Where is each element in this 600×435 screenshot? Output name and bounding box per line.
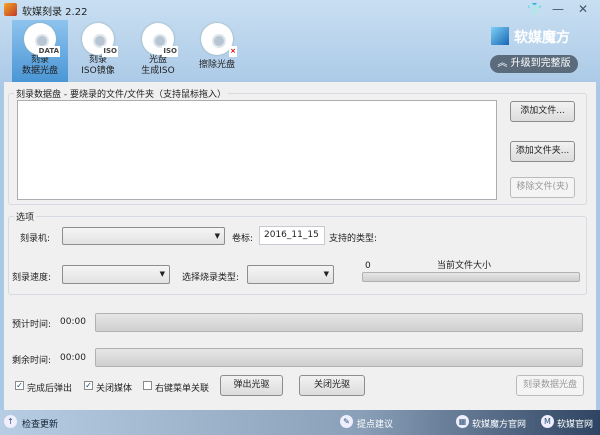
burner-select[interactable]: ▼ <box>62 227 225 245</box>
dropdown-arrow-icon: ▼ <box>159 270 165 278</box>
size-bar <box>362 272 580 282</box>
burn-disc-button[interactable]: 刻录数据光盘 <box>516 375 584 396</box>
upgrade-button[interactable]: ︽ 升级到完整版 <box>490 55 578 73</box>
burn-type-select[interactable]: ▼ <box>247 265 334 284</box>
context-menu-label: 右键菜单关联 <box>155 384 210 394</box>
est-time-label: 预计时间: <box>12 320 52 330</box>
burner-label: 刻录机: <box>20 234 51 244</box>
dropdown-arrow-icon: ▼ <box>323 270 329 278</box>
volume-input[interactable]: 2016_11_15 <box>259 226 325 245</box>
close-button[interactable]: ✕ <box>578 2 588 16</box>
dropdown-arrow-icon: ▼ <box>214 232 220 240</box>
speed-select[interactable]: ▼ <box>62 265 170 284</box>
tool-label: ISO镜像 <box>81 66 115 76</box>
tool-burn-data[interactable]: DATA 刻录 数据光盘 <box>12 20 68 82</box>
brand-name: 软媒魔方 <box>514 30 570 46</box>
upgrade-label: 升级到完整版 <box>510 58 571 69</box>
disc-icon: DATA <box>24 23 60 57</box>
speed-label: 刻录速度: <box>12 273 52 283</box>
file-list[interactable] <box>17 100 497 200</box>
disc-icon: × <box>201 23 237 57</box>
options-group-label: 选项 <box>14 210 37 223</box>
minimize-button[interactable]: — <box>552 2 564 16</box>
badge: ISO <box>162 46 178 57</box>
remain-time-label: 剩余时间: <box>12 356 52 366</box>
check-update-link[interactable]: 检查更新 <box>22 417 58 430</box>
tool-make-iso[interactable]: ISO 光盘 生成ISO <box>130 20 186 82</box>
burn-type-label: 选择烧录类型: <box>182 273 240 283</box>
add-folder-button[interactable]: 添加文件夹... <box>510 141 575 162</box>
skin-icon[interactable]: 👕 <box>527 2 542 16</box>
eject-after-checkbox[interactable]: ✓ <box>15 381 24 390</box>
eject-after-label: 完成后弹出 <box>27 384 73 394</box>
app-icon <box>4 3 17 16</box>
size-value: 0 <box>365 261 371 271</box>
context-menu-checkbox[interactable] <box>143 381 152 390</box>
tool-erase-disc[interactable]: × 擦除光盘 <box>189 20 245 82</box>
volume-label: 卷标: <box>232 234 254 244</box>
files-group-label: 刻录数据盘 - 要烧录的文件/文件夹（支持鼠标拖入） <box>14 87 229 100</box>
disc-icon: ISO <box>82 23 118 57</box>
disc-icon: ISO <box>142 23 178 57</box>
mofang-site-link[interactable]: 软媒魔方官网 <box>472 417 526 430</box>
remain-time-value: 00:00 <box>60 353 86 363</box>
status-bar: ↑ 检查更新 ✎ 提点建议 ▦ 软媒魔方官网 M 软媒官网 <box>0 410 600 435</box>
feedback-link[interactable]: 提点建议 <box>357 417 393 430</box>
remove-button[interactable]: 移除文件(夹) <box>510 177 575 198</box>
close-drive-button[interactable]: 关闭光驱 <box>299 375 365 396</box>
badge: × <box>229 46 237 57</box>
tool-burn-iso[interactable]: ISO 刻录 ISO镜像 <box>70 20 126 82</box>
mofang-site-icon: ▦ <box>456 415 469 428</box>
est-progress-bar <box>95 313 583 332</box>
mofang-logo-icon <box>491 27 509 45</box>
tool-label: 数据光盘 <box>21 66 58 76</box>
window-title: 软媒刻录 2.22 <box>22 7 88 18</box>
tool-label: 生成ISO <box>141 66 175 76</box>
close-media-label: 关闭媒体 <box>96 384 133 394</box>
close-media-checkbox[interactable]: ✓ <box>84 381 93 390</box>
badge: ISO <box>102 46 118 57</box>
add-file-button[interactable]: 添加文件... <box>510 101 575 122</box>
eject-drive-button[interactable]: 弹出光驱 <box>220 375 283 396</box>
supported-types-label: 支持的类型: <box>329 234 378 244</box>
ruanmei-site-icon: M <box>541 415 554 428</box>
update-icon: ↑ <box>4 415 17 428</box>
tool-label: 擦除光盘 <box>198 60 235 70</box>
size-label: 当前文件大小 <box>437 261 492 271</box>
est-time-value: 00:00 <box>60 317 86 327</box>
feedback-icon: ✎ <box>340 415 353 428</box>
badge: DATA <box>37 46 60 57</box>
ruanmei-site-link[interactable]: 软媒官网 <box>557 417 593 430</box>
remain-progress-bar <box>95 348 583 367</box>
